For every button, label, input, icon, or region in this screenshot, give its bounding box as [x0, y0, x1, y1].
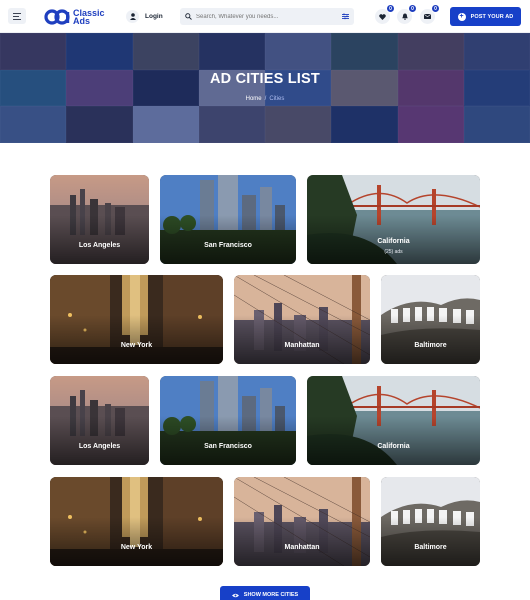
logo-line-2: Ads: [73, 16, 91, 26]
site-logo[interactable]: Classic Ads: [44, 7, 105, 27]
bell-icon: [401, 13, 408, 20]
city-card-san-francisco[interactable]: San Francisco: [160, 175, 296, 264]
envelope-icon: [424, 14, 431, 19]
city-name: Manhattan: [284, 544, 320, 551]
city-card-manhattan[interactable]: Manhattan: [234, 477, 370, 566]
card-shade: [160, 175, 296, 264]
city-name: California: [377, 443, 410, 450]
login-link[interactable]: Login: [126, 9, 163, 23]
city-card-baltimore[interactable]: Baltimore: [381, 477, 480, 566]
city-name: Baltimore: [414, 544, 447, 551]
city-name: Baltimore: [414, 342, 447, 349]
logo-icon: [44, 9, 70, 25]
search-icon[interactable]: [180, 13, 196, 20]
filter-icon[interactable]: [342, 13, 349, 20]
search-bar: [180, 8, 354, 25]
city-card-baltimore[interactable]: Baltimore: [381, 275, 480, 364]
show-more-cities-button[interactable]: SHOW MORE CITIES: [220, 586, 310, 600]
notifications-button[interactable]: 0: [397, 4, 417, 24]
city-name: New York: [120, 342, 153, 349]
card-shade: [50, 175, 149, 264]
page-title: AD CITIES LIST: [210, 71, 320, 87]
city-name: New York: [120, 544, 153, 551]
city-name: San Francisco: [204, 242, 252, 249]
card-shade: [234, 275, 370, 364]
hero-banner: AD CITIES LIST Home / Cities: [0, 33, 530, 143]
eye-icon: [231, 593, 239, 598]
city-card-california[interactable]: California: [307, 376, 480, 465]
card-shade: [307, 376, 480, 465]
city-card-san-francisco[interactable]: San Francisco: [160, 376, 296, 465]
messages-button[interactable]: 0: [420, 4, 440, 24]
city-card-los-angeles[interactable]: Los Angeles: [50, 175, 149, 264]
city-card-new-york[interactable]: New York: [50, 275, 223, 364]
city-name: California: [377, 238, 410, 245]
card-shade: [381, 275, 480, 364]
city-name: Manhattan: [284, 342, 320, 349]
card-shade: [50, 376, 149, 465]
city-card-manhattan[interactable]: Manhattan: [234, 275, 370, 364]
search-input[interactable]: [196, 13, 336, 20]
city-ad-count: (25) ads: [384, 249, 403, 255]
breadcrumb: Home / Cities: [0, 96, 530, 102]
card-shade: [50, 477, 223, 566]
city-card-los-angeles[interactable]: Los Angeles: [50, 376, 149, 465]
notifications-badge: 0: [408, 4, 417, 13]
top-header: Classic Ads Login 0 0 0 + POST YOUR AD: [0, 0, 530, 33]
breadcrumb-separator: /: [264, 96, 267, 102]
card-shade: [160, 376, 296, 465]
card-shade: [50, 275, 223, 364]
favorites-button[interactable]: 0: [375, 4, 395, 24]
heart-icon: [379, 13, 386, 20]
breadcrumb-current: Cities: [269, 96, 285, 102]
user-icon: [126, 9, 139, 23]
city-name: San Francisco: [204, 443, 252, 450]
favorites-badge: 0: [386, 4, 395, 13]
menu-icon: [13, 12, 21, 20]
city-card-california[interactable]: California (25) ads: [307, 175, 480, 264]
login-label: Login: [145, 12, 163, 20]
breadcrumb-home-link[interactable]: Home: [246, 96, 262, 102]
show-more-label: SHOW MORE CITIES: [243, 592, 299, 598]
card-shade: [381, 477, 480, 566]
post-ad-label: POST YOUR AD: [470, 13, 514, 20]
card-shade: [234, 477, 370, 566]
city-card-new-york[interactable]: New York: [50, 477, 223, 566]
city-name: Los Angeles: [78, 443, 121, 450]
plus-icon: +: [457, 12, 466, 21]
city-name: Los Angeles: [78, 242, 121, 249]
post-ad-button[interactable]: + POST YOUR AD: [450, 7, 521, 26]
messages-badge: 0: [431, 4, 440, 13]
hero-overlay: [0, 33, 530, 143]
logo-text: Classic Ads: [73, 8, 105, 26]
menu-toggle-button[interactable]: [8, 8, 26, 24]
